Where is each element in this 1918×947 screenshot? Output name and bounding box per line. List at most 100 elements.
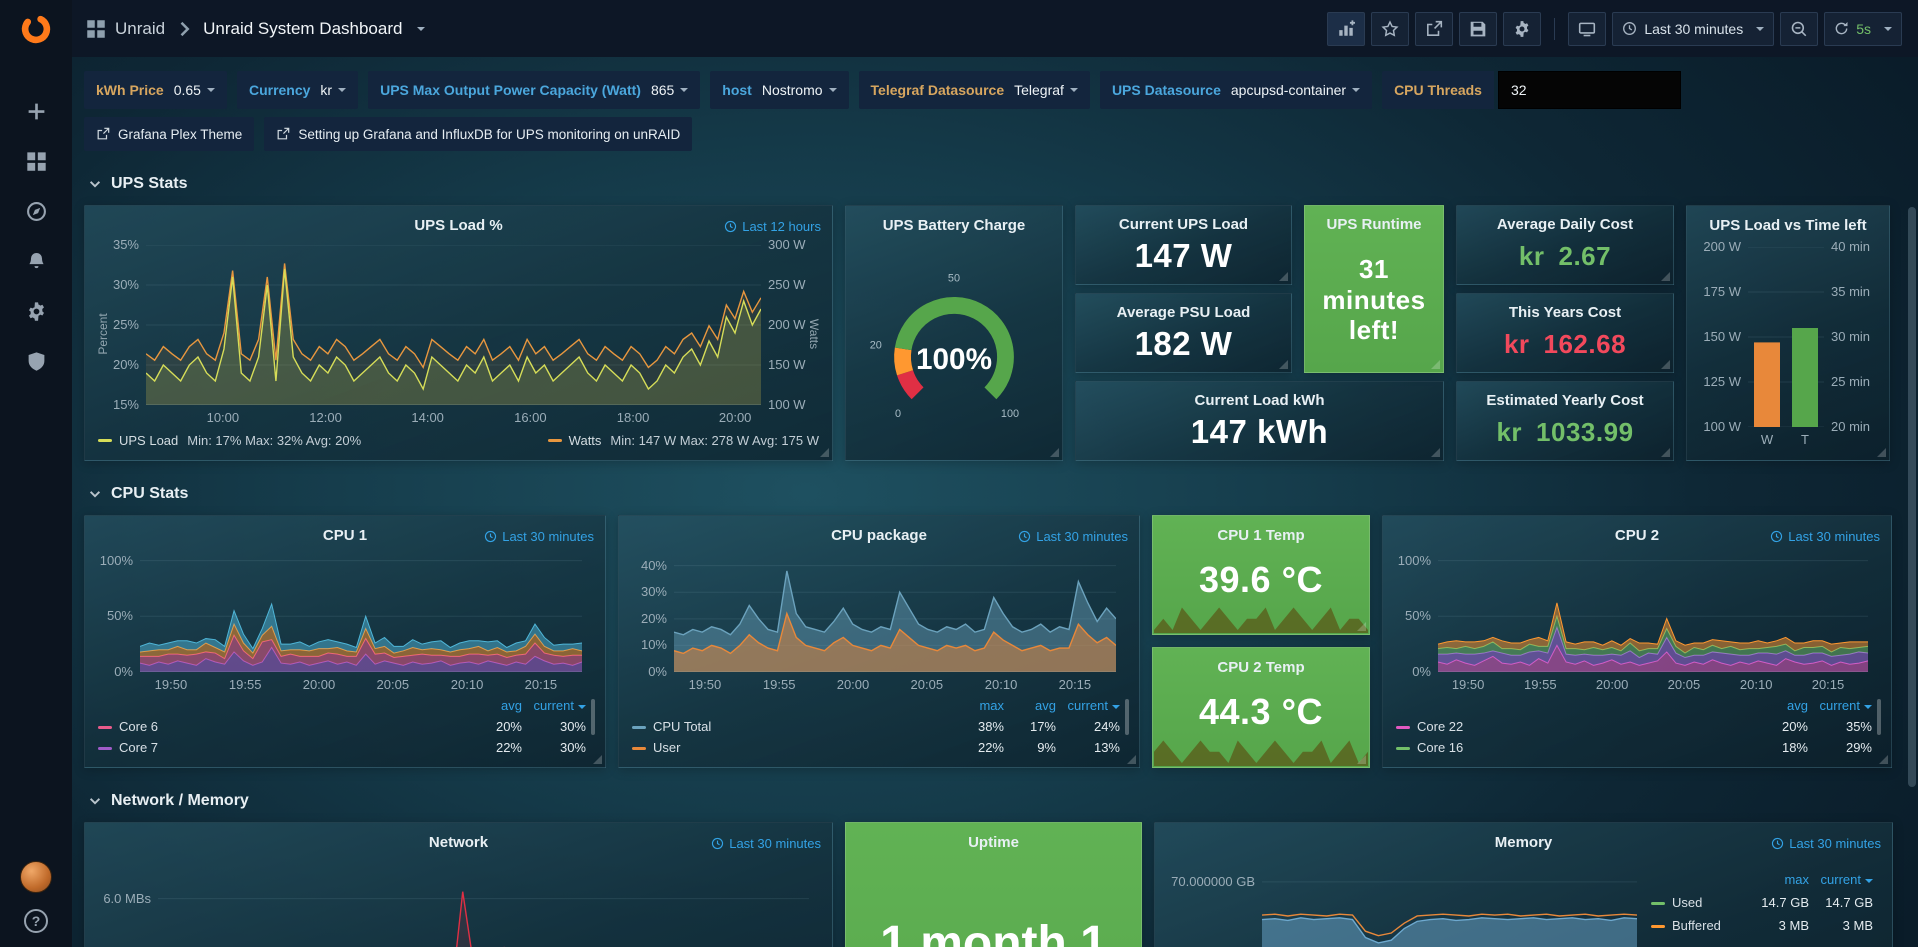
- panel-time-override[interactable]: Last 12 hours: [724, 213, 821, 239]
- variable-value[interactable]: 865: [651, 82, 674, 98]
- axis-tick-label: 20:00: [292, 677, 346, 693]
- legend-item[interactable]: Watts Min: 147 W Max: 278 W Avg: 175 W: [548, 433, 819, 448]
- legend-column[interactable]: current: [1056, 696, 1120, 716]
- panel-title[interactable]: UPS Runtime: [1326, 216, 1421, 233]
- cpu-threads-input[interactable]: [1498, 71, 1681, 109]
- sidebar-item-server-admin[interactable]: [0, 336, 72, 386]
- panel-title[interactable]: Network: [429, 834, 488, 851]
- section-network-memory[interactable]: Network / Memory: [88, 788, 1896, 814]
- series-color-swatch: [98, 726, 112, 729]
- panel-title[interactable]: Average Daily Cost: [1497, 216, 1633, 233]
- panel-title[interactable]: CPU package: [831, 527, 927, 544]
- axis-tick-label: 150 W: [1703, 329, 1741, 345]
- variable-label: Currency: [249, 82, 310, 98]
- legend-scrollbar[interactable]: [591, 699, 595, 735]
- legend-item[interactable]: UPS Load Min: 17% Max: 32% Avg: 20%: [98, 433, 361, 448]
- variable-kwh-price[interactable]: kWh Price 0.65: [84, 71, 227, 109]
- legend-scrollbar[interactable]: [1877, 699, 1881, 735]
- panel-title[interactable]: Current Load kWh: [1195, 392, 1325, 409]
- panel-title[interactable]: Current UPS Load: [1119, 216, 1248, 233]
- section-cpu-stats[interactable]: CPU Stats: [88, 481, 1896, 507]
- legend-column[interactable]: avg: [464, 696, 522, 716]
- star-button[interactable]: [1371, 12, 1409, 46]
- panel-title[interactable]: CPU 2: [1615, 527, 1659, 544]
- variable-ups-datasource[interactable]: UPS Datasource apcupsd-container: [1100, 71, 1372, 109]
- sidebar-item-dashboards[interactable]: [0, 136, 72, 186]
- share-button[interactable]: [1415, 12, 1453, 46]
- panel-title[interactable]: UPS Battery Charge: [883, 217, 1026, 234]
- variable-value[interactable]: Telegraf: [1014, 82, 1064, 98]
- panel-title[interactable]: CPU 1: [323, 527, 367, 544]
- gear-icon: [1513, 20, 1531, 38]
- breadcrumb-folder[interactable]: Unraid: [115, 19, 165, 39]
- link-grafana-plex-theme[interactable]: Grafana Plex Theme: [84, 117, 254, 151]
- section-ups-stats[interactable]: UPS Stats: [88, 171, 1896, 197]
- series-name[interactable]: Core 22: [1396, 717, 1750, 737]
- panel-title[interactable]: UPS Load %: [414, 217, 502, 234]
- sidebar-item-explore[interactable]: [0, 186, 72, 236]
- panel-time-override[interactable]: Last 30 minutes: [1770, 523, 1880, 549]
- axis-tick-label: 20:15: [1048, 677, 1102, 693]
- dashboard-settings-button[interactable]: [1503, 12, 1541, 46]
- axis-tick-label: 19:55: [218, 677, 272, 693]
- series-name[interactable]: Buffered: [1651, 916, 1745, 936]
- time-range-picker[interactable]: Last 30 minutes: [1612, 12, 1774, 46]
- add-panel-icon: [1337, 20, 1355, 38]
- legend-scrollbar[interactable]: [1125, 699, 1129, 735]
- panel-title[interactable]: UPS Load vs Time left: [1709, 217, 1866, 234]
- refresh-picker[interactable]: 5s: [1824, 12, 1902, 46]
- series-name[interactable]: Core 16: [1396, 738, 1750, 758]
- legend-column[interactable]: avg: [1750, 696, 1808, 716]
- variable-telegraf-datasource[interactable]: Telegraf Datasource Telegraf: [859, 71, 1090, 109]
- gauge-arc: [905, 373, 918, 393]
- panel-title[interactable]: Uptime: [968, 834, 1019, 851]
- variable-cpu-threads: CPU Threads: [1382, 71, 1494, 109]
- clock-icon: [1771, 837, 1784, 850]
- variable-host[interactable]: host Nostromo: [710, 71, 848, 109]
- variable-ups-max-output[interactable]: UPS Max Output Power Capacity (Watt) 865: [368, 71, 700, 109]
- breadcrumb-title[interactable]: Unraid System Dashboard: [203, 19, 402, 39]
- panel-title[interactable]: This Years Cost: [1509, 304, 1621, 321]
- series-name[interactable]: Watts: [569, 433, 602, 448]
- panel-time-override[interactable]: Last 30 minutes: [484, 523, 594, 549]
- panel-title[interactable]: CPU 1 Temp: [1217, 527, 1304, 544]
- zoom-out-button[interactable]: [1780, 12, 1818, 46]
- sidebar-item-configuration[interactable]: [0, 286, 72, 336]
- panel-time-override[interactable]: Last 30 minutes: [1771, 830, 1881, 856]
- cpu-package-chart: 0%10%20%30%40%19:5019:5520:0020:0520:102…: [628, 549, 1130, 696]
- help-button[interactable]: ?: [24, 909, 48, 933]
- panel-title[interactable]: Estimated Yearly Cost: [1486, 392, 1643, 409]
- variable-value[interactable]: 0.65: [174, 82, 201, 98]
- variable-value[interactable]: Nostromo: [762, 82, 823, 98]
- variable-currency[interactable]: Currency kr: [237, 71, 358, 109]
- panel-title[interactable]: Memory: [1495, 834, 1553, 851]
- series-name[interactable]: CPU Total: [632, 717, 952, 737]
- cycle-view-button[interactable]: [1568, 12, 1606, 46]
- series-name[interactable]: Core 6: [98, 717, 464, 737]
- series-name[interactable]: UPS Load: [119, 433, 178, 448]
- panel-title[interactable]: Average PSU Load: [1117, 304, 1251, 321]
- legend-column[interactable]: current: [1808, 696, 1872, 716]
- variable-value[interactable]: kr: [320, 82, 332, 98]
- series-name[interactable]: Core 7: [98, 738, 464, 758]
- grafana-logo[interactable]: [0, 0, 72, 58]
- legend-column[interactable]: max: [952, 696, 1004, 716]
- series-name[interactable]: User: [632, 738, 952, 758]
- panel-title[interactable]: CPU 2 Temp: [1217, 659, 1304, 676]
- sidebar-item-create[interactable]: [0, 86, 72, 136]
- series-name[interactable]: Used: [1651, 893, 1745, 913]
- legend-column[interactable]: current: [522, 696, 586, 716]
- legend-column[interactable]: max: [1745, 870, 1809, 890]
- link-ups-monitoring-guide[interactable]: Setting up Grafana and InfluxDB for UPS …: [264, 117, 692, 151]
- panel-time-override[interactable]: Last 30 minutes: [1018, 523, 1128, 549]
- variable-value[interactable]: apcupsd-container: [1231, 82, 1346, 98]
- scrollbar-thumb[interactable]: [1908, 207, 1916, 787]
- legend-column[interactable]: current: [1809, 870, 1873, 890]
- sidebar-item-alerting[interactable]: [0, 236, 72, 286]
- axis-tick-label: 0%: [114, 664, 133, 680]
- user-avatar[interactable]: [20, 861, 52, 893]
- panel-time-override[interactable]: Last 30 minutes: [711, 830, 821, 856]
- legend-column[interactable]: avg: [1004, 696, 1056, 716]
- add-panel-button[interactable]: [1327, 12, 1365, 46]
- save-button[interactable]: [1459, 12, 1497, 46]
